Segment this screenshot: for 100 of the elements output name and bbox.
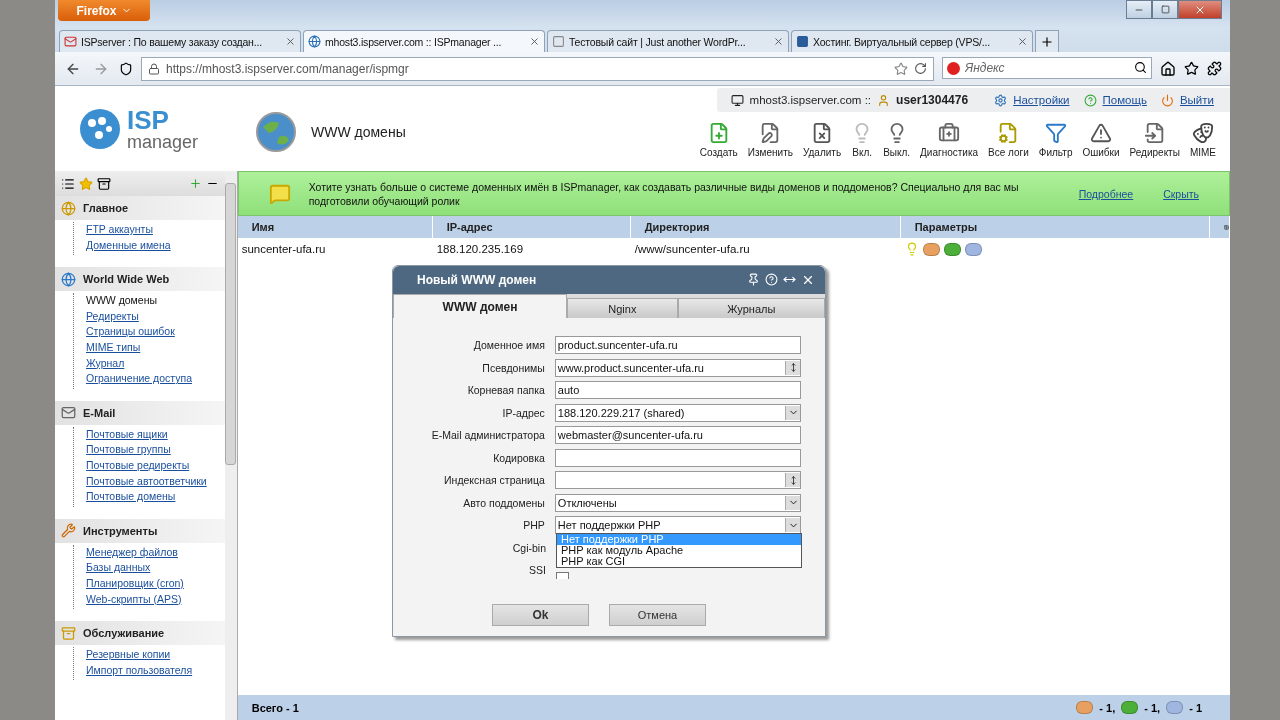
header-link[interactable]: Выйти [1179, 94, 1214, 106]
column-header[interactable]: Имя [237, 216, 433, 238]
column-header[interactable]: Директория [630, 216, 901, 238]
sidebar-link[interactable]: Web-скрипты (APS) [74, 591, 182, 608]
sidebar-link[interactable]: Планировщик (cron) [74, 575, 184, 592]
help-icon[interactable] [1083, 93, 1097, 107]
sidebar-link[interactable]: Страницы ошибок [74, 324, 175, 340]
maximize-button[interactable] [1152, 0, 1178, 19]
sidebar-link[interactable]: Почтовые редиректы [74, 457, 190, 474]
toolbar-button[interactable]: MIME [1189, 122, 1216, 158]
sidebar-link[interactable]: Почтовые ящики [74, 426, 168, 443]
caret-icon[interactable] [785, 518, 800, 532]
dialog-tab[interactable]: WWW домен [393, 294, 568, 318]
pin-icon[interactable] [747, 273, 760, 286]
close-icon[interactable] [1017, 36, 1028, 47]
list-icon[interactable] [61, 176, 75, 191]
toolbar-button[interactable]: Редиректы [1129, 122, 1180, 158]
toolbar-button[interactable]: Выкл. [883, 122, 911, 158]
dialog-tab[interactable]: Журналы [677, 298, 825, 318]
group-header[interactable]: World Wide Web [55, 267, 225, 292]
close-icon[interactable] [801, 273, 815, 287]
toolbar-button[interactable]: Изменить [747, 122, 793, 158]
sidebar-link[interactable]: Менеджер файлов [74, 544, 178, 561]
group-header[interactable]: E-Mail [55, 400, 225, 425]
shield-icon[interactable] [119, 61, 133, 76]
input-field[interactable]: www.product.suncenter-ufa.ru [554, 358, 801, 377]
sidebar-link[interactable]: Базы данных [74, 560, 151, 576]
input-field[interactable] [554, 471, 801, 489]
group-header[interactable]: Обслуживание [55, 621, 225, 646]
column-header[interactable]: IP-адрес [432, 216, 631, 238]
param-count: - 1, [1144, 701, 1161, 714]
group-header[interactable]: Главное [55, 196, 225, 220]
toolbar-button[interactable]: Создать [699, 122, 738, 158]
star-icon[interactable] [79, 176, 93, 191]
wrench-icon [61, 523, 76, 539]
sidebar-link[interactable]: Редиректы [74, 308, 139, 325]
dropdown-field[interactable]: Отключены [554, 493, 801, 512]
new-tab-button[interactable] [1035, 30, 1059, 52]
minimize-button[interactable] [1126, 0, 1152, 19]
power-icon[interactable] [1160, 93, 1174, 107]
search-field[interactable]: Яндекс [942, 56, 1152, 79]
browser-tab[interactable]: Хостинг. Виртуальный сервер (VPS/... [791, 30, 1033, 52]
field-label: Авто поддомены [462, 496, 545, 509]
toolbar-button[interactable]: Фильтр [1038, 122, 1073, 158]
spin-icon[interactable] [785, 360, 800, 375]
sidebar-link[interactable]: Почтовые домены [74, 489, 176, 505]
sidebar-link[interactable]: Импорт пользователя [74, 662, 193, 679]
search-icon[interactable] [1134, 60, 1147, 74]
star-icon[interactable] [1184, 61, 1199, 76]
cancel-button[interactable]: Отмена [609, 604, 706, 626]
close-icon[interactable] [285, 36, 296, 47]
sidebar-link[interactable]: Почтовые группы [74, 442, 171, 458]
input-field[interactable]: webmaster@suncenter-ufa.ru [554, 426, 801, 444]
globe-icon [308, 35, 321, 48]
sidebar-link[interactable]: Резервные копии [74, 647, 171, 663]
browser-tab[interactable]: ISPserver : По вашему заказу создан... [59, 30, 301, 52]
input-field[interactable]: auto [554, 381, 801, 399]
sidebar-link[interactable]: Доменные имена [74, 237, 171, 254]
address-bar[interactable]: https://mhost3.ispserver.com/manager/ispmgr [141, 56, 934, 81]
dropdown-field[interactable]: 188.120.229.217 (shared) [554, 403, 801, 422]
checkbox[interactable] [556, 572, 569, 579]
reload-icon[interactable] [914, 62, 927, 75]
input-field[interactable] [554, 448, 801, 467]
toolbar-button[interactable]: Все логи [988, 122, 1029, 158]
param-count: - 1 [1189, 701, 1202, 714]
toolbar-button[interactable]: Ошибки [1082, 122, 1120, 158]
header-link[interactable]: Настройки [1013, 94, 1070, 106]
dialog-tab[interactable]: Nginx [567, 298, 678, 318]
close-icon[interactable] [529, 36, 540, 47]
puzzle-icon[interactable] [1207, 61, 1222, 76]
caret-icon[interactable] [785, 495, 800, 510]
group-header[interactable]: Инструменты [55, 518, 225, 543]
banner-text: Хотите узнать больше о системе доменных имён в ISPmanager, как создавать различные виды доменов и поддоменов? Специально для вас мы подготовили обучающий ролик [308, 179, 1020, 208]
settings-icon[interactable] [994, 93, 1008, 107]
sidebar-link[interactable]: MIME типы [74, 339, 141, 356]
sidebar-link[interactable]: Ограничение доступа [74, 371, 192, 387]
column-header[interactable]: Параметры [900, 216, 1210, 238]
spin-icon[interactable] [785, 473, 800, 487]
toolbar-button[interactable]: Вкл. [851, 122, 874, 158]
header-link[interactable]: Помощь [1102, 94, 1147, 106]
input-field[interactable]: product.suncenter-ufa.ru [554, 336, 801, 354]
browser-tab[interactable]: mhost3.ispserver.com :: ISPmanager ... [303, 30, 545, 52]
toolbar-button[interactable]: Диагностика [920, 122, 979, 158]
php-badge-icon [943, 242, 961, 256]
dropdown-field[interactable]: Нет поддержки PHP [554, 516, 801, 534]
star-icon[interactable] [894, 61, 908, 76]
ok-button[interactable]: Ok [492, 604, 589, 626]
banner-link[interactable]: Подробнее [1078, 187, 1134, 200]
close-icon[interactable] [773, 36, 784, 47]
sidebar-link[interactable]: WWW домены [74, 293, 158, 309]
sidebar-link[interactable]: Журнал [74, 355, 125, 372]
scrollbar[interactable] [224, 171, 237, 720]
browser-tab[interactable]: Тестовый сайт | Just another WordPr... [547, 30, 789, 52]
caret-icon[interactable] [785, 405, 800, 420]
ssi-badge-icon [964, 242, 982, 256]
home-icon[interactable] [1160, 60, 1176, 77]
toolbar-button[interactable]: Удалить [802, 122, 842, 158]
sidebar-link[interactable]: FTP аккаунты [74, 222, 153, 238]
sidebar-link[interactable]: Почтовые автоответчики [74, 473, 207, 490]
banner-link[interactable]: Скрыть [1163, 187, 1199, 200]
